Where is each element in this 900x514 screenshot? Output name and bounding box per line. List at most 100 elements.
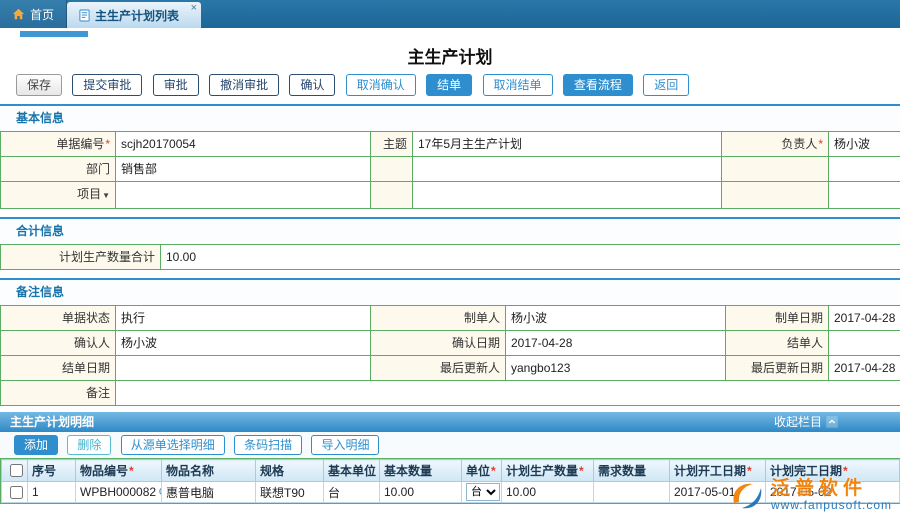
item-no-cell[interactable]: WPBH000082 bbox=[76, 482, 162, 503]
required-mark: * bbox=[129, 464, 134, 478]
required-mark: * bbox=[843, 464, 848, 478]
empty-label-cell bbox=[371, 182, 413, 209]
table-row: 备注 bbox=[1, 381, 900, 406]
project-value[interactable] bbox=[116, 182, 371, 209]
empty-label-cell bbox=[722, 182, 829, 209]
cancel-confirm-button[interactable]: 取消确认 bbox=[346, 74, 416, 96]
demand-qty-cell[interactable] bbox=[594, 482, 670, 503]
main-toolbar: 保存 提交审批 审批 撤消审批 确认 取消确认 结单 取消结单 查看流程 返回 bbox=[0, 74, 900, 96]
end-date-cell[interactable]: 2017-05-02 bbox=[766, 482, 900, 503]
last-update-value: 2017-04-28 bbox=[829, 356, 900, 381]
cancel-close-order-button[interactable]: 取消结单 bbox=[483, 74, 553, 96]
confirm-button[interactable]: 确认 bbox=[289, 74, 335, 96]
submit-approval-button[interactable]: 提交审批 bbox=[72, 74, 142, 96]
empty-label-cell bbox=[722, 157, 829, 182]
withdraw-approval-button[interactable]: 撤消审批 bbox=[209, 74, 279, 96]
save-button[interactable]: 保存 bbox=[16, 74, 62, 96]
collapse-label: 收起栏目 bbox=[774, 412, 822, 432]
tab-indicator-strip bbox=[0, 31, 900, 45]
base-unit-cell: 台 bbox=[324, 482, 380, 503]
tab-home-label: 首页 bbox=[30, 6, 54, 23]
plan-qty-total-label: 计划生产数量合计 bbox=[1, 245, 161, 270]
base-qty-cell[interactable]: 10.00 bbox=[380, 482, 462, 503]
active-tab-indicator bbox=[20, 31, 88, 37]
add-row-button[interactable]: 添加 bbox=[14, 435, 58, 455]
project-label[interactable]: 项目▼ bbox=[1, 182, 116, 209]
closer-value bbox=[829, 331, 900, 356]
confirm-date-value: 2017-04-28 bbox=[506, 331, 726, 356]
make-date-value: 2017-04-28 bbox=[829, 306, 900, 331]
empty-label-cell bbox=[371, 157, 413, 182]
subject-value[interactable]: 17年5月主生产计划 bbox=[413, 132, 722, 157]
detail-title: 主生产计划明细 bbox=[10, 415, 94, 429]
plan-qty-cell[interactable]: 10.00 bbox=[502, 482, 594, 503]
unit-select[interactable]: 台 bbox=[466, 483, 500, 501]
closer-label: 结单人 bbox=[726, 331, 829, 356]
owner-value[interactable]: 杨小波 bbox=[829, 132, 900, 157]
section-basic-info: 基本信息 bbox=[0, 104, 900, 131]
required-mark: * bbox=[491, 464, 496, 478]
section-total-info: 合计信息 bbox=[0, 217, 900, 244]
tab-home[interactable]: 首页 bbox=[0, 0, 67, 28]
close-order-button[interactable]: 结单 bbox=[426, 74, 472, 96]
doc-no-value[interactable]: scjh20170054 bbox=[116, 132, 371, 157]
make-date-label: 制单日期 bbox=[726, 306, 829, 331]
col-demand-qty: 需求数量 bbox=[594, 460, 670, 482]
basic-info-table: 单据编号* scjh20170054 主题 17年5月主生产计划 负责人* 杨小… bbox=[0, 131, 900, 209]
empty-value-cell bbox=[829, 157, 900, 182]
import-detail-button[interactable]: 导入明细 bbox=[311, 435, 379, 455]
detail-section-header: 主生产计划明细 收起栏目 bbox=[0, 412, 900, 432]
barcode-scan-button[interactable]: 条码扫描 bbox=[234, 435, 302, 455]
collapse-icon bbox=[826, 416, 838, 428]
unit-cell: 台 bbox=[462, 482, 502, 503]
note-label: 备注 bbox=[1, 381, 116, 406]
grid-data-row: 1 WPBH000082 惠普电脑 联想T90 台 10.00 台 10.00 bbox=[2, 482, 900, 503]
select-from-source-button[interactable]: 从源单选择明细 bbox=[121, 435, 225, 455]
table-row: 确认人 杨小波 确认日期 2017-04-28 结单人 bbox=[1, 331, 900, 356]
approve-button[interactable]: 审批 bbox=[153, 74, 199, 96]
dept-label: 部门 bbox=[1, 157, 116, 182]
tab-bar: 首页 主生产计划列表 × bbox=[0, 0, 900, 28]
view-flow-button[interactable]: 查看流程 bbox=[563, 74, 633, 96]
row-select-cell bbox=[2, 482, 28, 503]
note-value[interactable] bbox=[116, 381, 900, 406]
status-label: 单据状态 bbox=[1, 306, 116, 331]
row-checkbox[interactable] bbox=[10, 486, 23, 499]
grid-header-row: 序号 物品编号* 物品名称 规格 基本单位 基本数量 单位* 计划生产数量* 需… bbox=[2, 460, 900, 482]
owner-label: 负责人* bbox=[722, 132, 829, 157]
back-button[interactable]: 返回 bbox=[643, 74, 689, 96]
detail-toolbar: 添加 删除 从源单选择明细 条码扫描 导入明细 bbox=[0, 432, 900, 458]
home-icon bbox=[12, 8, 25, 20]
required-mark: * bbox=[747, 464, 752, 478]
col-unit: 单位* bbox=[462, 460, 502, 482]
dept-value[interactable]: 销售部 bbox=[116, 157, 371, 182]
last-editor-value: yangbo123 bbox=[506, 356, 726, 381]
start-date-cell[interactable]: 2017-05-01 bbox=[670, 482, 766, 503]
close-icon[interactable]: × bbox=[191, 3, 197, 14]
empty-value-cell bbox=[413, 182, 722, 209]
delete-row-button[interactable]: 删除 bbox=[67, 435, 111, 455]
select-all-cell bbox=[2, 460, 28, 482]
section-remark-info: 备注信息 bbox=[0, 278, 900, 305]
col-item-no: 物品编号* bbox=[76, 460, 162, 482]
detail-grid: 序号 物品编号* 物品名称 规格 基本单位 基本数量 单位* 计划生产数量* 需… bbox=[0, 458, 900, 504]
select-all-checkbox[interactable] bbox=[10, 464, 23, 477]
empty-value-cell bbox=[829, 182, 900, 209]
close-date-value bbox=[116, 356, 371, 381]
lookup-icon[interactable] bbox=[158, 486, 161, 499]
table-row: 计划生产数量合计 10.00 bbox=[1, 245, 900, 270]
col-spec: 规格 bbox=[256, 460, 324, 482]
spec-cell: 联想T90 bbox=[256, 482, 324, 503]
subject-label: 主题 bbox=[371, 132, 413, 157]
required-mark: * bbox=[579, 464, 584, 478]
collapse-columns-button[interactable]: 收起栏目 bbox=[774, 412, 838, 432]
maker-value: 杨小波 bbox=[506, 306, 726, 331]
last-editor-label: 最后更新人 bbox=[371, 356, 506, 381]
col-seq: 序号 bbox=[28, 460, 76, 482]
col-base-unit: 基本单位 bbox=[324, 460, 380, 482]
confirmer-label: 确认人 bbox=[1, 331, 116, 356]
tab-production-plan-list[interactable]: 主生产计划列表 × bbox=[67, 2, 201, 28]
document-icon bbox=[79, 9, 90, 22]
required-mark: * bbox=[105, 137, 110, 151]
required-mark: * bbox=[818, 137, 823, 151]
